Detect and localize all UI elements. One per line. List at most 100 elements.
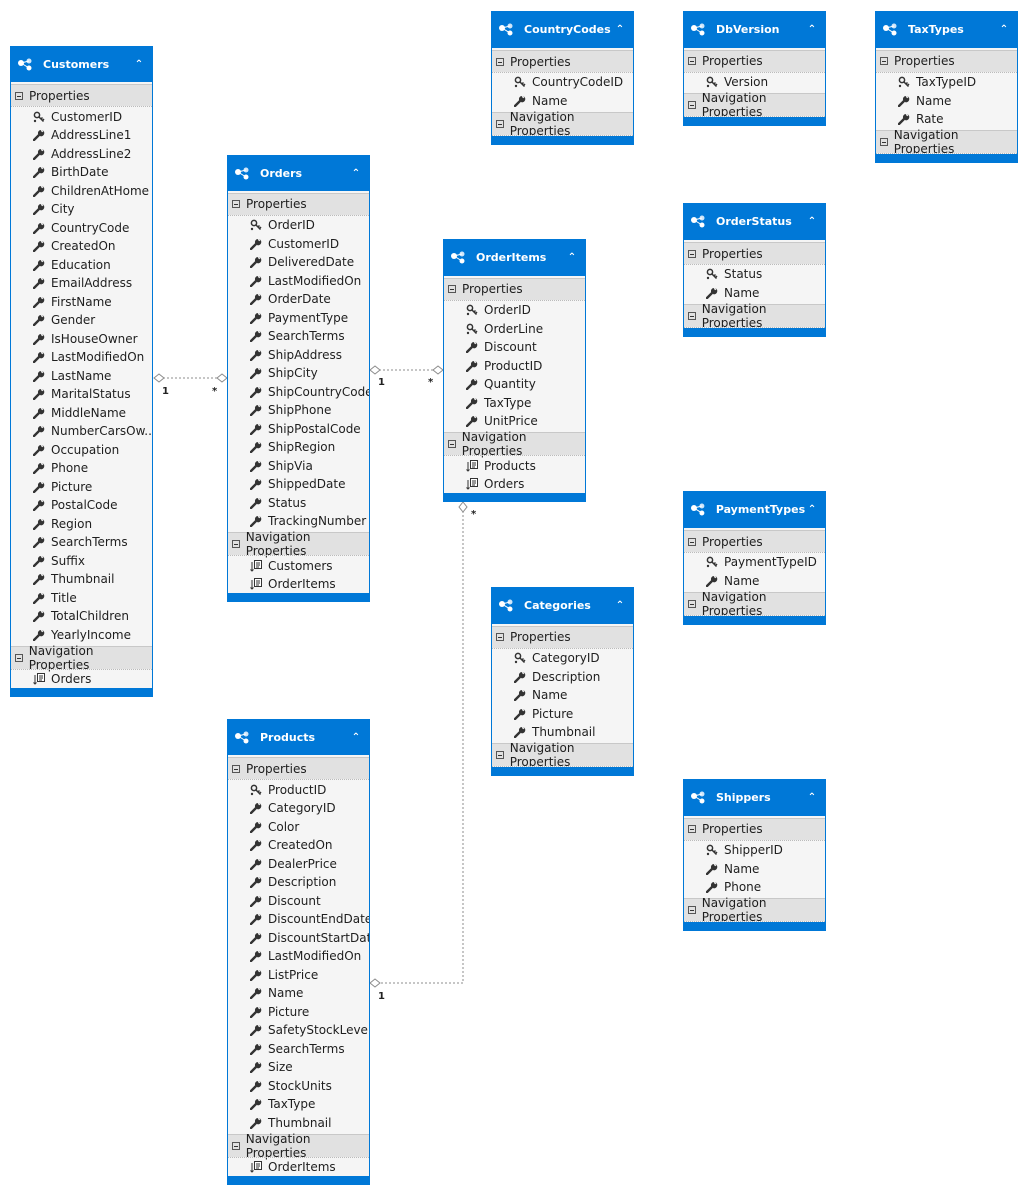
entity-orders[interactable]: Orders ⌃ Properties OrderID CustomerID Delive… xyxy=(227,155,370,602)
navigation-section-header[interactable]: Navigation Properties xyxy=(11,644,152,672)
navigation-section-header[interactable]: Navigation Properties xyxy=(492,110,633,138)
property-row[interactable]: DeliveredDate xyxy=(228,253,369,272)
properties-section-header[interactable]: Properties xyxy=(228,193,369,215)
property-row[interactable]: LastName xyxy=(11,366,152,385)
collapse-box-icon[interactable] xyxy=(880,138,888,147)
collapse-box-icon[interactable] xyxy=(688,906,696,915)
entity-customers[interactable]: Customers ⌃ Properties CustomerID AddressLin… xyxy=(10,46,153,697)
navigation-section-header[interactable]: Navigation Properties xyxy=(228,1132,369,1160)
navigation-section-header[interactable]: Navigation Properties xyxy=(684,91,825,119)
property-row[interactable]: Thumbnail xyxy=(228,1113,369,1132)
property-row[interactable]: CreatedOn xyxy=(11,237,152,256)
entity-dbversion[interactable]: DbVersion ⌃ Properties Version Navigation Pr… xyxy=(683,11,826,126)
property-row[interactable]: Suffix xyxy=(11,551,152,570)
entity-header[interactable]: DbVersion ⌃ xyxy=(684,12,825,48)
navigation-property-row[interactable]: OrderItems xyxy=(228,575,369,594)
navigation-property-row[interactable]: Orders xyxy=(11,670,152,689)
property-row[interactable]: UnitPrice xyxy=(444,412,585,431)
association-products-orderitems[interactable] xyxy=(375,507,464,984)
properties-section-header[interactable]: Properties xyxy=(492,625,633,648)
collapse-chevron-icon[interactable]: ⌃ xyxy=(805,24,819,35)
property-row[interactable]: ShipAddress xyxy=(228,345,369,364)
navigation-section-header[interactable]: Navigation Properties xyxy=(684,590,825,618)
property-row[interactable]: ShippedDate xyxy=(228,475,369,494)
entity-shippers[interactable]: Shippers ⌃ Properties ShipperID Name Phone Nav… xyxy=(683,779,826,931)
property-row[interactable]: Discount xyxy=(444,338,585,357)
entity-orderstatus[interactable]: OrderStatus ⌃ Properties Status Name Navigati… xyxy=(683,203,826,337)
properties-section-header[interactable]: Properties xyxy=(876,49,1017,72)
property-row[interactable]: Name xyxy=(684,284,825,303)
property-row[interactable]: Gender xyxy=(11,311,152,330)
property-row[interactable]: MiddleName xyxy=(11,403,152,422)
collapse-box-icon[interactable] xyxy=(688,312,696,321)
entity-header[interactable]: TaxTypes ⌃ xyxy=(876,12,1017,48)
collapse-box-icon[interactable] xyxy=(448,440,456,449)
collapse-chevron-icon[interactable]: ⌃ xyxy=(349,168,363,179)
navigation-section-header[interactable]: Navigation Properties xyxy=(444,430,585,458)
property-row[interactable]: Status xyxy=(684,265,825,284)
property-row[interactable]: SearchTerms xyxy=(228,327,369,346)
collapse-box-icon[interactable] xyxy=(688,825,696,834)
property-row[interactable]: ProductID xyxy=(444,356,585,375)
property-row[interactable]: PaymentTypeID xyxy=(684,553,825,572)
property-row[interactable]: Picture xyxy=(492,704,633,723)
navigation-section-header[interactable]: Navigation Properties xyxy=(876,128,1017,156)
property-row[interactable]: ProductID xyxy=(228,780,369,799)
entity-categories[interactable]: Categories ⌃ Properties CategoryID Descripti… xyxy=(491,587,634,776)
collapse-box-icon[interactable] xyxy=(688,101,696,110)
entity-header[interactable]: Shippers ⌃ xyxy=(684,780,825,816)
property-row[interactable]: ShipVia xyxy=(228,456,369,475)
property-row[interactable]: YearlyIncome xyxy=(11,625,152,644)
collapse-box-icon[interactable] xyxy=(496,751,504,760)
property-row[interactable]: TaxType xyxy=(228,1095,369,1114)
property-row[interactable]: Status xyxy=(228,493,369,512)
entity-header[interactable]: Categories ⌃ xyxy=(492,588,633,624)
navigation-property-row[interactable]: Orders xyxy=(444,475,585,494)
collapse-box-icon[interactable] xyxy=(232,200,240,209)
property-row[interactable]: ShipCountryCode xyxy=(228,382,369,401)
property-row[interactable]: TaxTypeID xyxy=(876,73,1017,92)
property-row[interactable]: CustomerID xyxy=(11,107,152,126)
property-row[interactable]: Description xyxy=(228,873,369,892)
property-row[interactable]: CountryCodeID xyxy=(492,73,633,92)
property-row[interactable]: PaymentType xyxy=(228,308,369,327)
property-row[interactable]: Version xyxy=(684,73,825,92)
property-row[interactable]: ChildrenAtHome xyxy=(11,181,152,200)
properties-section-header[interactable]: Properties xyxy=(492,49,633,73)
property-row[interactable]: StockUnits xyxy=(228,1076,369,1095)
property-row[interactable]: Title xyxy=(11,588,152,607)
property-row[interactable]: Rate xyxy=(876,110,1017,129)
collapse-box-icon[interactable] xyxy=(688,600,696,609)
property-row[interactable]: DiscountEndDate xyxy=(228,910,369,929)
property-row[interactable]: Name xyxy=(684,572,825,591)
collapse-chevron-icon[interactable]: ⌃ xyxy=(349,732,363,743)
entity-header[interactable]: OrderStatus ⌃ xyxy=(684,204,825,240)
properties-section-header[interactable]: Properties xyxy=(684,49,825,72)
collapse-box-icon[interactable] xyxy=(688,537,696,546)
property-row[interactable]: SafetyStockLevel xyxy=(228,1021,369,1040)
collapse-box-icon[interactable] xyxy=(496,633,504,642)
collapse-chevron-icon[interactable]: ⌃ xyxy=(613,24,627,35)
property-row[interactable]: CountryCode xyxy=(11,218,152,237)
property-row[interactable]: AddressLine1 xyxy=(11,126,152,145)
navigation-section-header[interactable]: Navigation Properties xyxy=(492,741,633,769)
property-row[interactable]: Thumbnail xyxy=(492,723,633,742)
property-row[interactable]: EmailAddress xyxy=(11,274,152,293)
navigation-property-row[interactable]: OrderItems xyxy=(228,1158,369,1177)
collapse-box-icon[interactable] xyxy=(232,764,240,773)
property-row[interactable]: DealerPrice xyxy=(228,854,369,873)
property-row[interactable]: ShipPostalCode xyxy=(228,419,369,438)
collapse-chevron-icon[interactable]: ⌃ xyxy=(805,216,819,227)
property-row[interactable]: FirstName xyxy=(11,292,152,311)
property-row[interactable]: ShipPhone xyxy=(228,401,369,420)
property-row[interactable]: OrderLine xyxy=(444,319,585,338)
collapse-box-icon[interactable] xyxy=(496,57,504,66)
entity-orderitems[interactable]: OrderItems ⌃ Properties OrderID OrderLine Dis… xyxy=(443,239,586,502)
entity-header[interactable]: Products ⌃ xyxy=(228,720,369,756)
property-row[interactable]: Region xyxy=(11,514,152,533)
property-row[interactable]: IsHouseOwner xyxy=(11,329,152,348)
collapse-chevron-icon[interactable]: ⌃ xyxy=(132,59,146,70)
property-row[interactable]: OrderID xyxy=(228,216,369,235)
collapse-box-icon[interactable] xyxy=(15,653,23,662)
property-row[interactable]: NumberCarsOw... xyxy=(11,422,152,441)
